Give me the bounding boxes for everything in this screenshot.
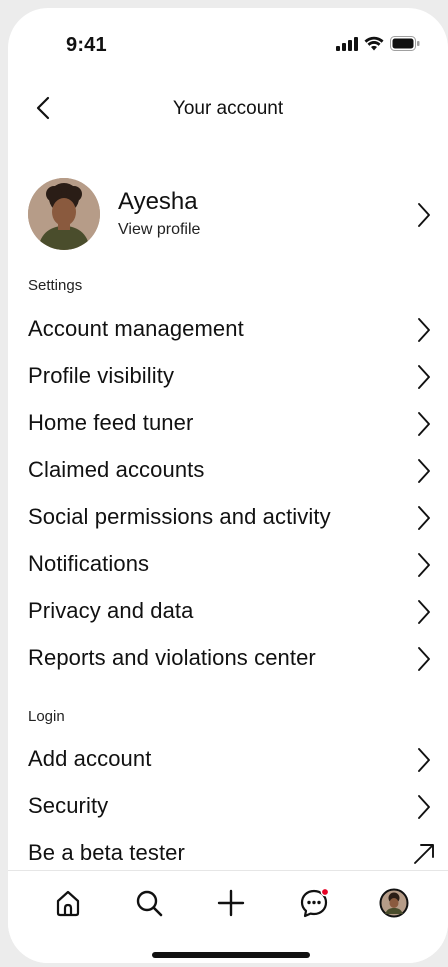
profile-row[interactable]: Ayesha View profile bbox=[8, 178, 448, 254]
menu-item-label: Account management bbox=[28, 316, 244, 341]
menu-item-profile-visibility[interactable]: Profile visibility bbox=[8, 355, 448, 399]
section-label-login: Login bbox=[28, 708, 65, 725]
profile-avatar-icon bbox=[379, 888, 409, 918]
notification-dot bbox=[320, 887, 330, 897]
wifi-icon bbox=[364, 36, 384, 51]
menu-item-label: Be a beta tester bbox=[28, 840, 185, 865]
menu-item-reports-and-violations[interactable]: Reports and violations center bbox=[8, 637, 448, 681]
section-label-settings: Settings bbox=[28, 277, 83, 294]
menu-item-label: Security bbox=[28, 793, 109, 818]
external-arrow-icon bbox=[414, 844, 434, 864]
signal-icon bbox=[336, 36, 358, 51]
menu-item-security[interactable]: Security bbox=[8, 785, 448, 829]
plus-icon bbox=[217, 889, 245, 917]
profile-name: Ayesha bbox=[118, 188, 198, 215]
tab-profile[interactable] bbox=[376, 885, 412, 921]
chevron-right-icon bbox=[418, 795, 430, 819]
status-time: 9:41 bbox=[66, 34, 107, 56]
chevron-right-icon bbox=[418, 318, 430, 342]
menu-item-label: Reports and violations center bbox=[28, 645, 316, 670]
home-icon bbox=[56, 890, 80, 917]
avatar-image bbox=[28, 178, 100, 250]
menu-item-label: Home feed tuner bbox=[28, 410, 194, 435]
menu-item-label: Add account bbox=[28, 746, 152, 771]
chevron-right-icon bbox=[418, 748, 430, 772]
chevron-right-icon bbox=[418, 365, 430, 389]
status-icons bbox=[336, 36, 420, 51]
menu-item-label: Privacy and data bbox=[28, 598, 194, 623]
tab-messages[interactable] bbox=[296, 885, 332, 921]
menu-item-label: Social permissions and activity bbox=[28, 504, 331, 529]
tab-create[interactable] bbox=[213, 885, 249, 921]
menu-item-label: Profile visibility bbox=[28, 363, 175, 388]
chevron-right-icon bbox=[418, 600, 430, 624]
page-title: Your account bbox=[172, 98, 284, 119]
menu-item-notifications[interactable]: Notifications bbox=[8, 543, 448, 587]
chevron-right-icon bbox=[418, 203, 430, 227]
chevron-right-icon bbox=[418, 412, 430, 436]
search-icon bbox=[136, 890, 163, 917]
chevron-right-icon bbox=[418, 506, 430, 530]
avatar bbox=[28, 178, 100, 250]
menu-item-add-account[interactable]: Add account bbox=[8, 738, 448, 782]
messages-icon bbox=[300, 887, 330, 918]
menu-item-social-permissions[interactable]: Social permissions and activity bbox=[8, 496, 448, 540]
bottom-tab-bar bbox=[8, 870, 448, 963]
chevron-right-icon bbox=[418, 459, 430, 483]
menu-item-label: Notifications bbox=[28, 551, 150, 576]
menu-item-privacy-and-data[interactable]: Privacy and data bbox=[8, 590, 448, 634]
menu-item-home-feed-tuner[interactable]: Home feed tuner bbox=[8, 402, 448, 446]
chevron-right-icon bbox=[418, 553, 430, 577]
tab-search[interactable] bbox=[131, 885, 167, 921]
phone-screen: 9:41 Your account Ayesha View profile Se… bbox=[8, 8, 448, 963]
menu-item-claimed-accounts[interactable]: Claimed accounts bbox=[8, 449, 448, 493]
battery-icon bbox=[390, 36, 420, 51]
chevron-right-icon bbox=[418, 647, 430, 671]
view-profile-link[interactable]: View profile bbox=[118, 221, 200, 239]
tab-home[interactable] bbox=[50, 885, 86, 921]
home-indicator bbox=[152, 952, 310, 958]
menu-item-account-management[interactable]: Account management bbox=[8, 308, 448, 352]
menu-item-label: Claimed accounts bbox=[28, 457, 205, 482]
